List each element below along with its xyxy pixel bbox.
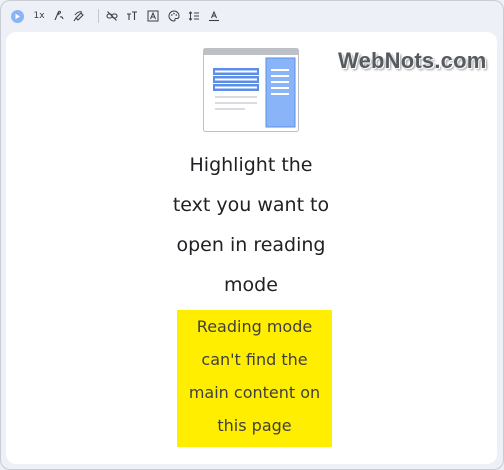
instruction-line: open in reading — [176, 234, 326, 256]
speed-label: 1x — [33, 11, 45, 21]
play-button[interactable] — [11, 8, 24, 24]
font-icon — [147, 10, 159, 22]
palette-icon — [168, 10, 180, 22]
pen-highlight-icon — [73, 11, 84, 22]
links-toggle-button[interactable] — [105, 8, 119, 24]
voice-icon — [54, 10, 64, 21]
reading-mode-toolbar: 1x — [0, 0, 504, 32]
watermark: WebNots.com — [338, 48, 487, 73]
text-size-button[interactable] — [125, 8, 139, 24]
voice-button[interactable] — [52, 8, 66, 24]
instruction-line: mode — [224, 274, 278, 296]
instruction-line: Highlight the — [189, 154, 313, 176]
notice-line: this page — [217, 416, 292, 435]
highlight-button[interactable] — [72, 8, 86, 24]
color-button[interactable] — [167, 8, 181, 24]
play-icon — [11, 9, 24, 23]
link-off-icon — [106, 11, 118, 21]
letter-spacing-button[interactable] — [207, 8, 221, 24]
letter-spacing-icon — [209, 10, 219, 22]
line-spacing-button[interactable] — [187, 8, 201, 24]
reading-mode-instruction: Highlight the text you want to open in r… — [140, 145, 362, 305]
notice-line: can't find the — [201, 350, 308, 369]
font-button[interactable] — [146, 8, 160, 24]
reading-mode-illustration — [203, 48, 299, 132]
instruction-line: text you want to — [172, 194, 330, 216]
line-spacing-icon — [188, 11, 199, 21]
toolbar-divider — [98, 9, 99, 23]
notice-line: Reading mode — [196, 317, 313, 336]
notice-line: main content on — [188, 383, 321, 402]
text-size-icon — [127, 11, 137, 20]
speed-button[interactable]: 1x — [32, 8, 46, 24]
no-content-notice: Reading mode can't find the main content… — [177, 310, 332, 447]
